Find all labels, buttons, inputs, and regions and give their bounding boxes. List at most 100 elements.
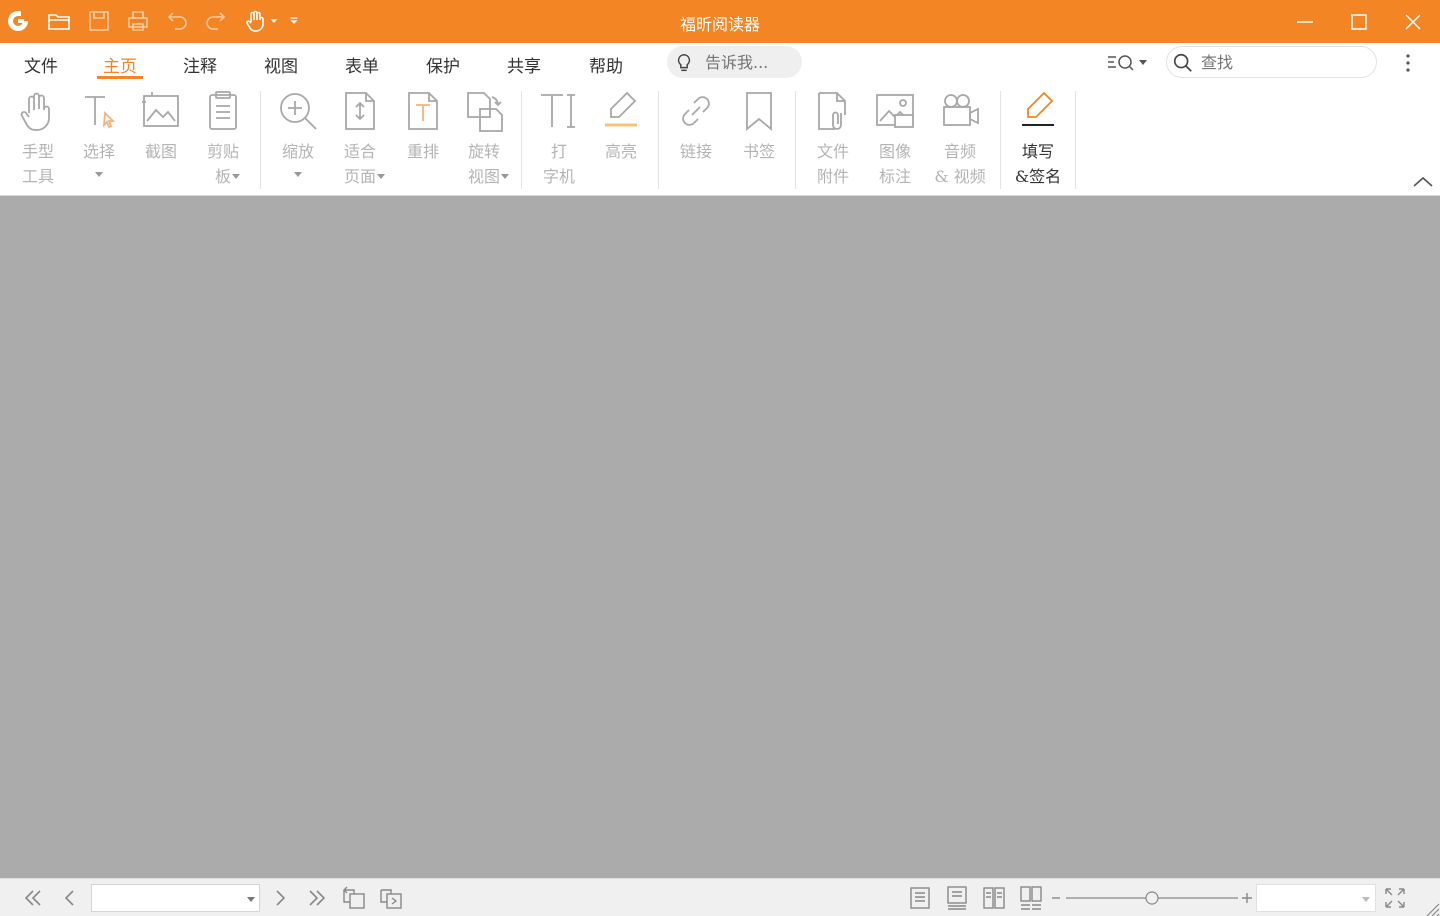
group-separator [1075, 91, 1076, 189]
page-number-box[interactable] [91, 884, 260, 912]
first-page-icon[interactable] [19, 884, 47, 912]
undo-icon[interactable] [163, 7, 191, 35]
full-screen-icon[interactable] [1381, 884, 1409, 912]
maximize-button[interactable] [1332, 0, 1386, 43]
link-button[interactable]: 链接 [666, 87, 726, 191]
image-annotation-button[interactable]: 图像 标注 [865, 87, 925, 191]
search-icon [1173, 53, 1192, 72]
tab-view[interactable]: 视图 [262, 52, 300, 78]
group-separator [658, 91, 659, 189]
fit-page-dropdown-icon [377, 174, 385, 179]
last-page-icon[interactable] [303, 884, 331, 912]
page-dropdown-icon[interactable] [247, 897, 255, 902]
link-icon [674, 89, 718, 133]
group-separator [1000, 91, 1001, 189]
tell-me-box[interactable] [667, 46, 802, 78]
typewriter-button[interactable]: 打 字机 [529, 87, 589, 191]
file-attachment-button[interactable]: 文件 附件 [803, 87, 863, 191]
tab-form[interactable]: 表单 [343, 52, 381, 78]
audio-video-button[interactable]: 音频 & 视频 [930, 87, 990, 191]
maximize-icon [1351, 13, 1367, 30]
clipboard-label: 剪贴 板 [206, 142, 239, 186]
customize-toolbar-icon[interactable] [284, 7, 304, 35]
previous-view-icon[interactable] [340, 884, 368, 912]
document-area[interactable] [0, 197, 1440, 878]
rotate-view-button[interactable]: 旋转 视图 [454, 87, 514, 191]
video-camera-icon [938, 89, 982, 133]
tab-comment[interactable]: 注释 [181, 52, 219, 78]
find-input[interactable] [1201, 50, 1371, 74]
zoom-in-icon[interactable] [1242, 893, 1252, 903]
typewriter-icon [537, 89, 581, 133]
continuous-facing-icon[interactable] [1017, 884, 1045, 912]
zoom-slider[interactable] [1050, 887, 1255, 909]
resize-grip-icon[interactable] [1424, 901, 1440, 916]
zoom-slider-thumb[interactable] [1145, 891, 1159, 905]
next-page-icon[interactable] [266, 884, 294, 912]
zoom-level-box[interactable] [1256, 884, 1376, 912]
tab-home[interactable]: 主页 [97, 52, 143, 79]
print-icon[interactable] [124, 7, 152, 35]
tab-protect[interactable]: 保护 [424, 52, 462, 78]
more-options-icon[interactable] [1398, 49, 1418, 77]
zoom-in-icon [276, 89, 320, 133]
fit-page-label: 适合 页面 [343, 142, 376, 186]
fill-sign-label: 填写 &签名 [1014, 142, 1062, 186]
zoom-dropdown-icon[interactable] [1362, 897, 1370, 902]
select-button[interactable]: 选择 [69, 87, 129, 191]
tell-me-input[interactable] [705, 50, 797, 74]
redo-icon[interactable] [202, 7, 230, 35]
close-button[interactable] [1386, 0, 1440, 43]
ribbon-home-panel: 手型 工具 选择 截图 剪贴 板 缩放 适合 页面 重排 旋转 视图 打 字机 … [0, 83, 1440, 196]
search-mode-button[interactable] [1105, 49, 1151, 77]
zoom-level-input[interactable] [1261, 888, 1356, 908]
bookmark-button[interactable]: 书签 [729, 87, 789, 191]
clipboard-icon [201, 89, 245, 133]
search-list-icon [1108, 55, 1147, 71]
highlight-label: 高亮 [604, 142, 637, 161]
hand-tool-button[interactable]: 手型 工具 [8, 87, 68, 191]
rotate-view-label: 旋转 视图 [467, 142, 500, 186]
collapse-ribbon-icon[interactable] [1410, 171, 1436, 191]
fit-page-button[interactable]: 适合 页面 [330, 87, 390, 191]
lightbulb-icon [677, 54, 691, 72]
attachment-icon [811, 89, 855, 133]
tab-help[interactable]: 帮助 [587, 52, 625, 78]
save-icon[interactable] [85, 7, 113, 35]
find-box[interactable] [1166, 46, 1377, 78]
group-separator [521, 91, 522, 189]
tab-share[interactable]: 共享 [505, 52, 543, 78]
minimize-button[interactable] [1278, 0, 1332, 43]
hand-tool-dropdown-icon[interactable] [264, 7, 284, 35]
select-dropdown-icon [95, 172, 103, 177]
highlight-button[interactable]: 高亮 [591, 87, 651, 191]
zoom-label: 缩放 [281, 142, 314, 161]
tab-file[interactable]: 文件 [22, 52, 60, 78]
foxit-logo-icon[interactable] [4, 7, 32, 35]
clipboard-button[interactable]: 剪贴 板 [193, 87, 253, 191]
open-folder-icon[interactable] [45, 7, 73, 35]
continuous-page-icon[interactable] [943, 884, 971, 912]
hand-tool-label: 手型 工具 [21, 142, 54, 186]
next-view-icon[interactable] [377, 884, 405, 912]
facing-page-icon[interactable] [980, 884, 1008, 912]
single-page-icon[interactable] [906, 884, 934, 912]
audio-video-label: 音频 & 视频 [934, 142, 986, 186]
rotate-view-dropdown-icon [501, 174, 509, 179]
title-bar: 福昕阅读器 [0, 0, 1440, 43]
link-label: 链接 [679, 142, 712, 161]
fit-page-icon [338, 89, 382, 133]
file-attachment-label: 文件 附件 [816, 142, 849, 186]
status-bar [0, 878, 1440, 916]
reflow-icon [401, 89, 445, 133]
reflow-button[interactable]: 重排 [393, 87, 453, 191]
zoom-dropdown-icon [294, 172, 302, 177]
fill-sign-button[interactable]: 填写 &签名 [1008, 87, 1068, 191]
snapshot-button[interactable]: 截图 [131, 87, 191, 191]
reflow-label: 重排 [406, 142, 439, 161]
fill-sign-pen-icon [1016, 89, 1060, 133]
previous-page-icon[interactable] [56, 884, 84, 912]
page-number-input[interactable] [96, 888, 236, 908]
zoom-button[interactable]: 缩放 [268, 87, 328, 191]
select-label: 选择 [82, 142, 115, 161]
